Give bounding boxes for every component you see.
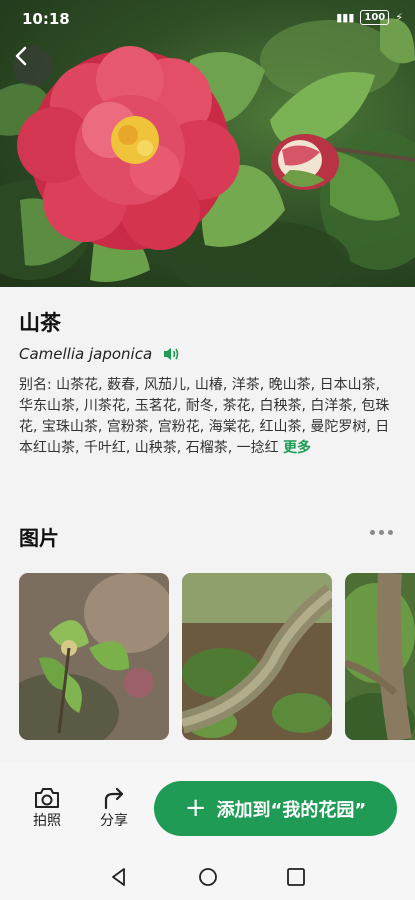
speaker-icon[interactable] (162, 346, 180, 362)
latin-name: Camellia japonica (19, 345, 153, 363)
nav-recents-icon[interactable] (285, 866, 307, 888)
plant-name: 山茶 (19, 311, 61, 335)
action-bar: 拍照 分享 + 添加到“我的花园” (0, 762, 415, 852)
camellia-trunk-photo (182, 573, 332, 740)
status-bar: 10:18 ▮▮▮ 100 ⚡ (0, 0, 415, 40)
plus-icon: + (184, 792, 207, 823)
camellia-photo (0, 18, 415, 287)
back-button[interactable] (13, 46, 53, 86)
camera-icon (35, 788, 59, 808)
add-to-garden-label: 添加到“我的花园” (216, 799, 367, 821)
camera-label: 拍照 (33, 813, 61, 829)
photo-thumbnail[interactable] (19, 573, 169, 740)
photos-title: 图片 (19, 526, 59, 550)
camera-button[interactable]: 拍照 (25, 782, 69, 830)
aliases: 别名: 山茶花, 薮春, 风茄儿, 山椿, 洋茶, 晚山茶, 日本山茶, 华东山… (19, 375, 397, 459)
hero-photo: 10:18 ▮▮▮ 100 ⚡ (0, 0, 415, 287)
more-link[interactable]: 更多 (283, 440, 311, 456)
back-arrow-icon (15, 46, 27, 66)
share-label: 分享 (100, 813, 128, 829)
latin-row: Camellia japonica (19, 345, 180, 363)
photo-strip[interactable] (19, 573, 415, 740)
nav-home-icon[interactable] (197, 866, 219, 888)
photo-thumbnail[interactable] (182, 573, 332, 740)
system-nav-bar (0, 852, 415, 900)
status-icons: ▮▮▮ 100 ⚡ (336, 10, 403, 25)
charging-icon: ⚡ (395, 11, 403, 24)
camellia-tree-photo (345, 573, 415, 740)
status-time: 10:18 (22, 10, 70, 28)
share-icon (104, 787, 124, 810)
add-to-garden-button[interactable]: + 添加到“我的花园” (154, 781, 397, 836)
battery-icon: 100 (360, 10, 390, 25)
aliases-text: 别名: 山茶花, 薮春, 风茄儿, 山椿, 洋茶, 晚山茶, 日本山茶, 华东山… (19, 377, 390, 456)
more-options-icon[interactable] (370, 530, 393, 535)
camellia-bud-photo (19, 573, 169, 740)
nav-back-icon[interactable] (108, 866, 130, 888)
share-button[interactable]: 分享 (92, 782, 136, 830)
signal-icon: ▮▮▮ (336, 11, 355, 24)
photo-thumbnail[interactable] (345, 573, 415, 740)
